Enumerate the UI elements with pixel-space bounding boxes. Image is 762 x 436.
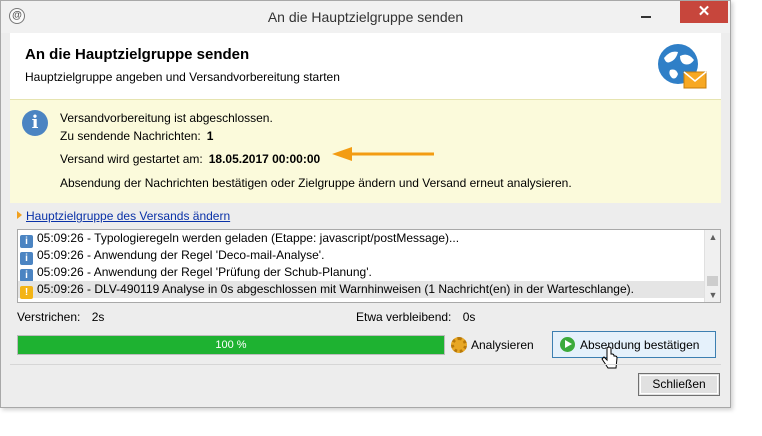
remaining-value: 0s (462, 310, 476, 324)
change-target-row: Hauptzielgruppe des Versands ändern (17, 209, 230, 223)
log-text: 05:09:26 - DLV-490119 Analyse in 0s abge… (37, 282, 634, 296)
gear-icon (451, 337, 467, 353)
log-row: i 05:09:26 - Anwendung der Regel 'Prüfung… (18, 264, 720, 282)
elapsed-value: 2s (91, 310, 105, 324)
scroll-down-icon[interactable]: ▼ (705, 288, 720, 302)
info-status-text: Versandvorbereitung ist abgeschlossen. (60, 111, 273, 125)
header-panel: An die Hauptzielgruppe senden Hauptzielg… (10, 33, 721, 99)
progress-label: 100 % (215, 339, 247, 351)
annotation-arrow-icon (332, 147, 434, 161)
globe-mail-icon (658, 44, 707, 89)
footer-separator (10, 364, 721, 365)
analyze-label: Analysieren (471, 338, 534, 352)
play-icon (560, 337, 575, 352)
log-list[interactable]: i 05:09:26 - Typologieregeln werden gelad… (17, 229, 721, 303)
log-scrollbar[interactable]: ▲ ▼ (704, 230, 720, 302)
remaining-row: Etwa verbleibend: 0s (356, 310, 475, 324)
log-row: i 05:09:26 - Anwendung der Regel 'Deco-ma… (18, 247, 720, 265)
header-subtitle: Hauptzielgruppe angeben und Versandvorbe… (25, 70, 340, 84)
info-panel: i Versandvorbereitung ist abgeschlossen.… (10, 99, 721, 203)
change-target-link[interactable]: Hauptzielgruppe des Versands ändern (26, 209, 230, 223)
progress-bar: 100 % (17, 335, 445, 355)
confirm-send-button[interactable]: Absendung bestätigen (552, 331, 716, 358)
elapsed-label: Verstrichen: (17, 310, 81, 324)
info-instruction: Absendung der Nachrichten bestätigen ode… (60, 176, 572, 190)
scroll-up-icon[interactable]: ▲ (705, 230, 720, 244)
log-text: 05:09:26 - Anwendung der Regel 'Deco-mai… (37, 248, 325, 262)
log-row: i 05:09:26 - Typologieregeln werden gelad… (18, 230, 720, 248)
close-button[interactable]: Schließen (638, 373, 720, 396)
messages-value: 1 (206, 129, 214, 143)
minimize-button[interactable] (633, 4, 659, 24)
window-title: An die Hauptzielgruppe senden (267, 9, 464, 25)
title-bar[interactable]: @ An die Hauptzielgruppe senden ✕ (1, 1, 730, 33)
dialog-window: @ An die Hauptzielgruppe senden ✕ An die… (0, 0, 731, 408)
messages-label: Zu sendende Nachrichten: (60, 129, 201, 143)
remaining-label: Etwa verbleibend: (356, 310, 452, 324)
confirm-label: Absendung bestätigen (580, 338, 700, 352)
log-text: 05:09:26 - Anwendung der Regel 'Prüfung … (37, 265, 372, 279)
start-label: Versand wird gestartet am: (60, 152, 203, 166)
start-value: 18.05.2017 00:00:00 (208, 152, 321, 166)
log-row: ! 05:09:26 - DLV-490119 Analyse in 0s abg… (18, 281, 720, 299)
info-start-row: Versand wird gestartet am: 18.05.2017 00:… (60, 152, 320, 166)
mouse-cursor-icon (601, 346, 618, 369)
scroll-thumb[interactable] (707, 276, 718, 286)
link-bullet-icon (17, 211, 22, 219)
warning-icon: ! (20, 286, 33, 299)
info-messages-row: Zu sendende Nachrichten: 1 (60, 129, 213, 143)
info-icon: i (22, 110, 48, 136)
elapsed-row: Verstrichen: 2s (17, 310, 104, 324)
header-title: An die Hauptzielgruppe senden (25, 46, 250, 63)
log-text: 05:09:26 - Typologieregeln werden gelade… (37, 231, 460, 245)
analyze-button[interactable]: Analysieren (451, 337, 534, 353)
close-window-button[interactable]: ✕ (680, 1, 728, 23)
